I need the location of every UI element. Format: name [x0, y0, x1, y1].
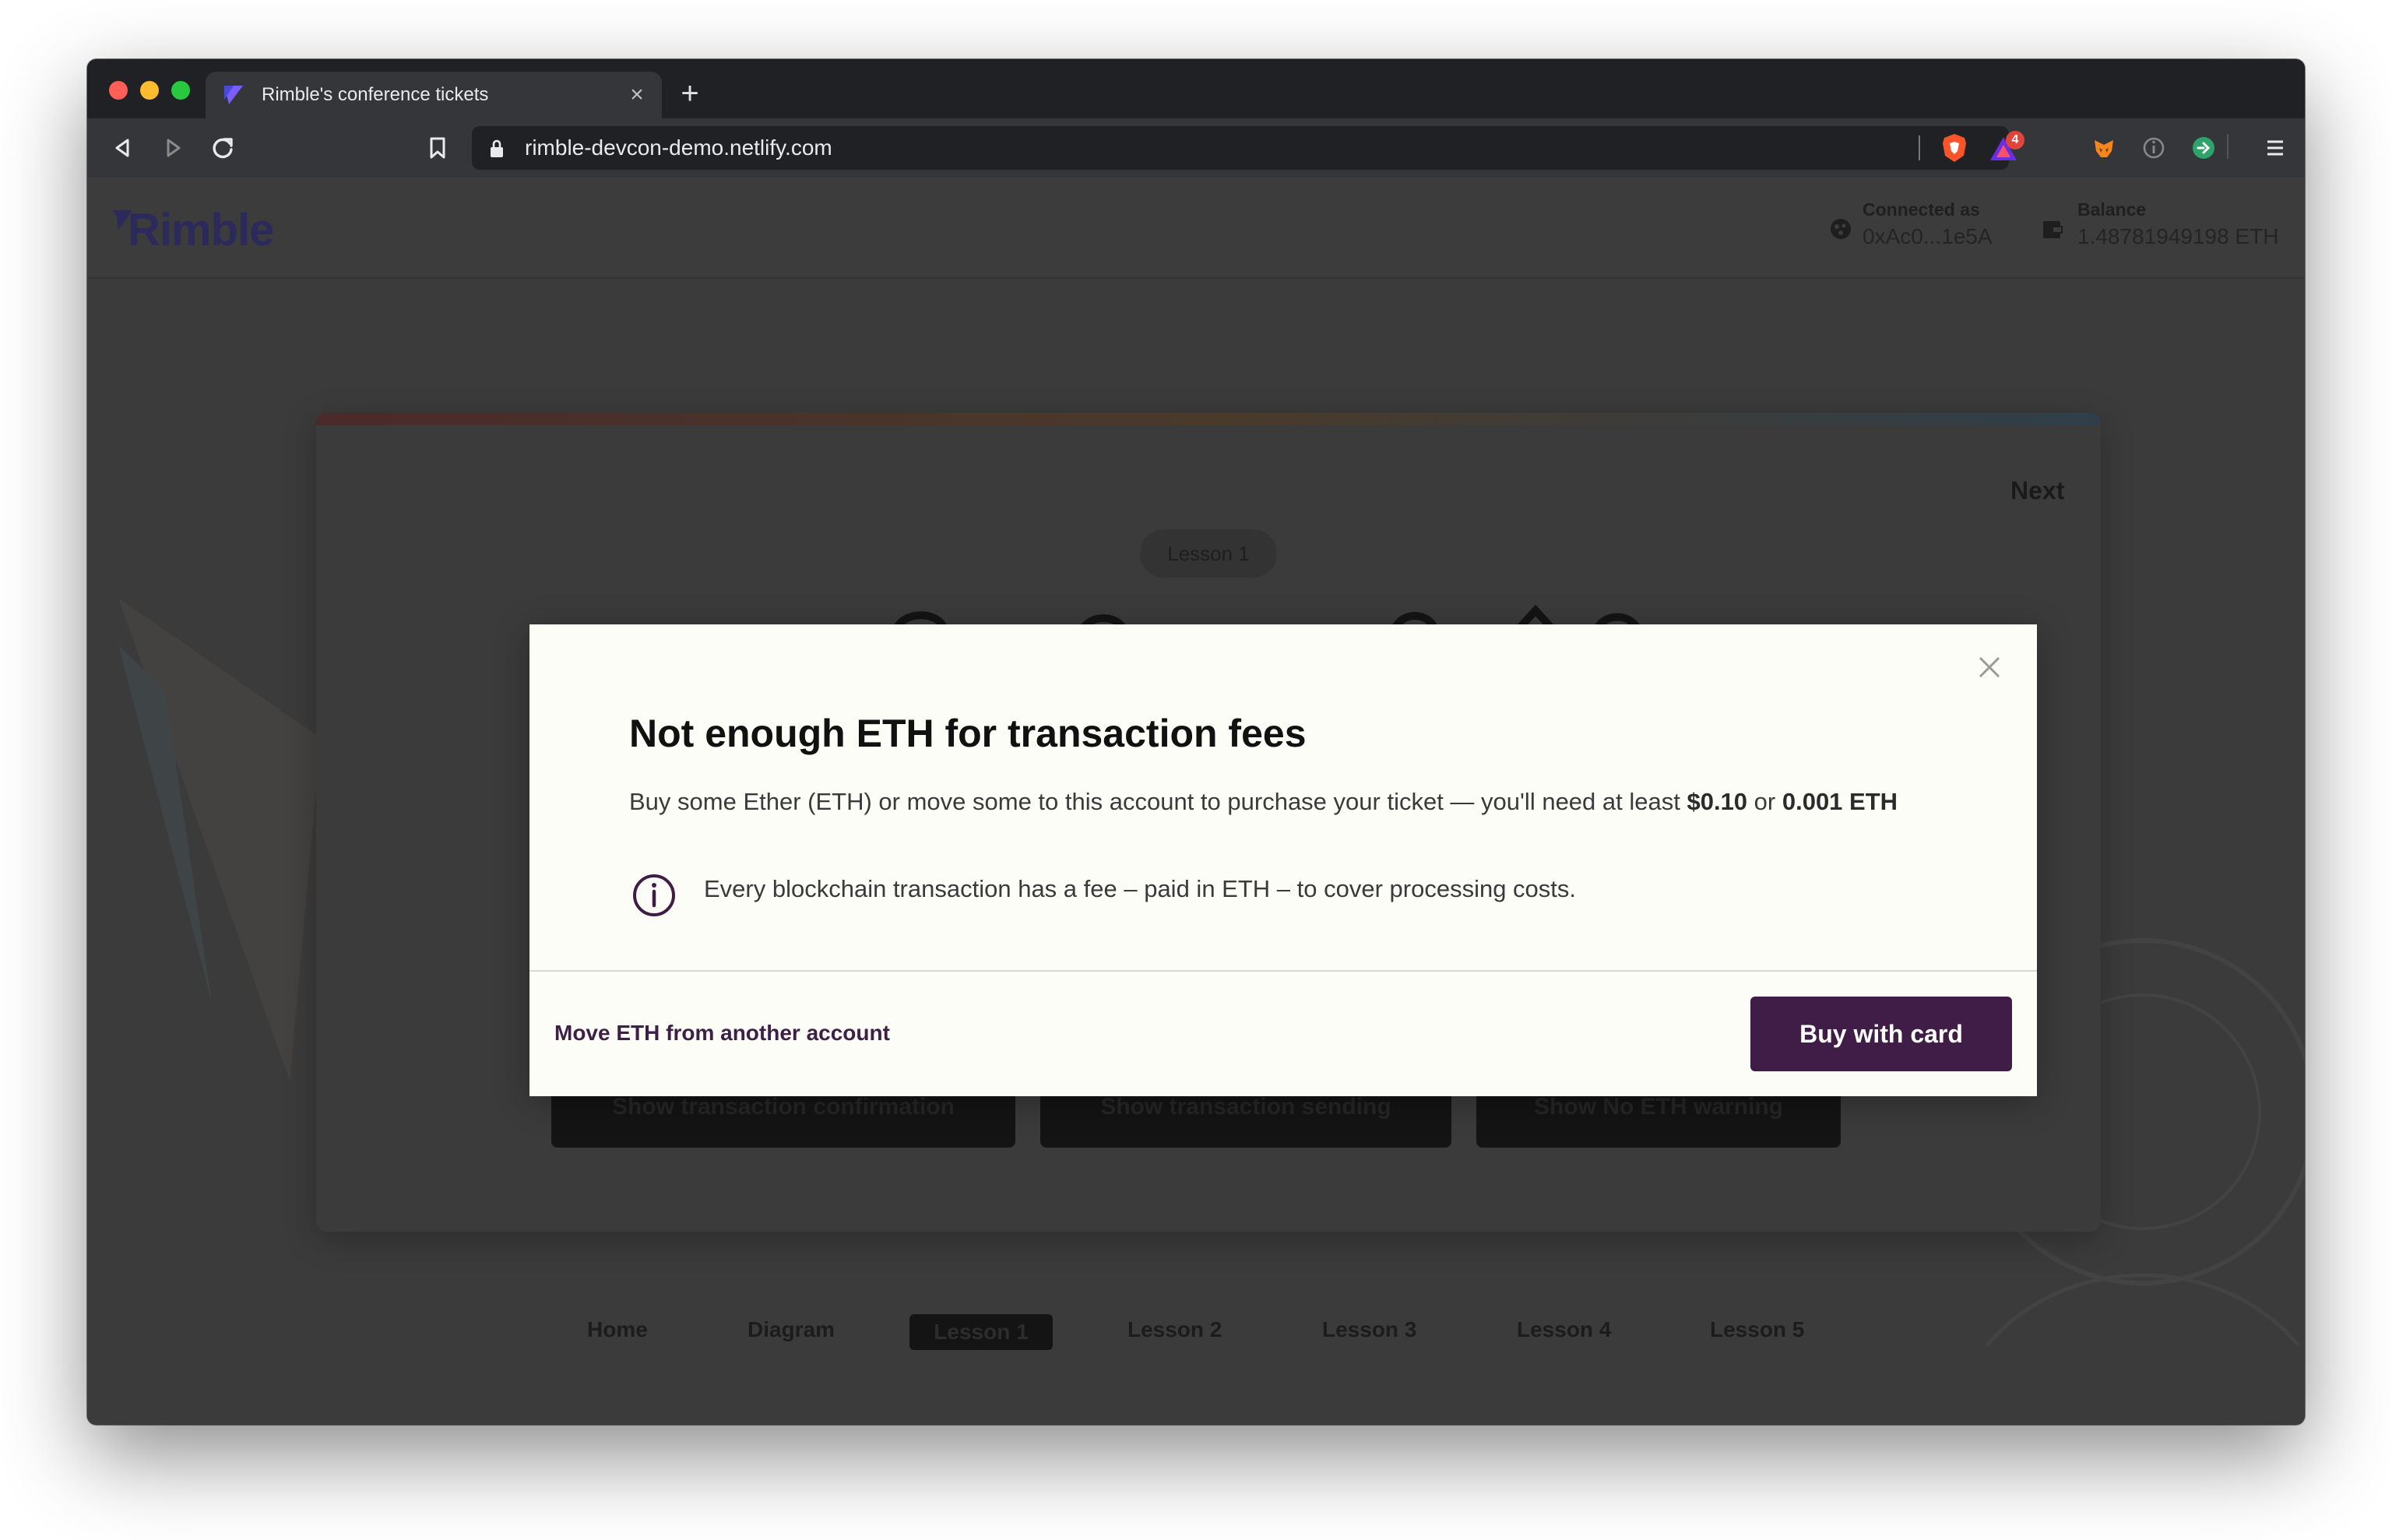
move-eth-link[interactable]: Move ETH from another account [554, 1020, 890, 1046]
amount-usd: $0.10 [1687, 788, 1748, 815]
amount-eth: 0.001 ETH [1782, 788, 1898, 815]
modal-body: Buy some Ether (ETH) or move some to thi… [629, 786, 1898, 817]
rimble-favicon-icon [224, 86, 243, 104]
no-eth-modal: Not enough ETH for transaction fees Buy … [529, 624, 2037, 1096]
url-text: rimble-devcon-demo.netlify.com [525, 135, 832, 160]
modal-divider [529, 970, 2037, 972]
brave-shields-icon[interactable] [1940, 132, 1968, 163]
wallet-icon [2043, 221, 2063, 238]
nav-lesson-5[interactable]: Lesson 5 [1710, 1317, 1804, 1342]
connected-address: 0xAc0...1e5A [1863, 224, 1993, 248]
back-icon[interactable] [107, 132, 139, 163]
metamask-fox-icon[interactable] [2088, 132, 2119, 163]
nav-lesson-1[interactable]: Lesson 1 [909, 1314, 1053, 1350]
nav-lesson-3[interactable]: Lesson 3 [1322, 1317, 1416, 1342]
modal-title: Not enough ETH for transaction fees [629, 712, 1307, 755]
nav-lesson-4[interactable]: Lesson 4 [1517, 1317, 1611, 1342]
nav-diagram[interactable]: Diagram [748, 1317, 835, 1342]
browser-toolbar: rimble-devcon-demo.netlify.com 4 [87, 118, 2305, 178]
tab-strip: Rimble's conference tickets × + [87, 59, 2305, 118]
green-extension-icon[interactable] [2188, 132, 2219, 163]
buy-with-card-button[interactable]: Buy with card [1750, 997, 2012, 1071]
toolbar-separator [2227, 134, 2228, 159]
modal-body-text: Buy some Ether (ETH) or move some to thi… [629, 788, 1687, 815]
maximize-window-button[interactable] [171, 81, 190, 100]
tab-title: Rimble's conference tickets [262, 84, 489, 105]
brave-rewards-button[interactable]: 4 [1989, 131, 2032, 163]
app-header: Rimble Connected as 0xAc0...1e5A Balance… [87, 178, 2305, 279]
next-link[interactable]: Next [2010, 476, 2064, 505]
connected-account-icon [1831, 219, 1851, 239]
connected-label: Connected as [1863, 199, 1980, 220]
menu-icon[interactable] [2260, 132, 2291, 163]
nav-lesson-2[interactable]: Lesson 2 [1127, 1317, 1222, 1342]
modal-body-or: or [1747, 788, 1782, 815]
bookmark-icon[interactable] [422, 132, 453, 163]
minimize-window-button[interactable] [140, 81, 159, 100]
lock-icon [491, 139, 503, 157]
info-icon [633, 874, 675, 916]
tab-active[interactable]: Rimble's conference tickets × [206, 72, 662, 118]
tab-close-icon[interactable]: × [623, 81, 651, 109]
nav-home[interactable]: Home [587, 1317, 648, 1342]
lesson-pill: Lesson 1 [1140, 529, 1277, 578]
address-bar[interactable]: rimble-devcon-demo.netlify.com 4 [472, 126, 2024, 170]
card-accent-bar [316, 413, 2101, 425]
balance-value: 1.48781949198 ETH [2077, 224, 2279, 248]
browser-window: Rimble's conference tickets × + rimble-d… [87, 59, 2305, 1425]
close-icon[interactable] [1973, 651, 2006, 684]
info-extension-icon[interactable] [2138, 132, 2169, 163]
fee-info-text: Every blockchain transaction has a fee –… [704, 875, 1577, 902]
forward-icon[interactable] [157, 132, 188, 163]
balance-label: Balance [2077, 199, 2147, 220]
rimble-logo[interactable]: Rimble [128, 204, 274, 256]
close-window-button[interactable] [109, 81, 128, 100]
new-tab-button[interactable]: + [673, 76, 707, 111]
reload-icon[interactable] [207, 132, 238, 163]
rewards-badge: 4 [2006, 131, 2024, 149]
